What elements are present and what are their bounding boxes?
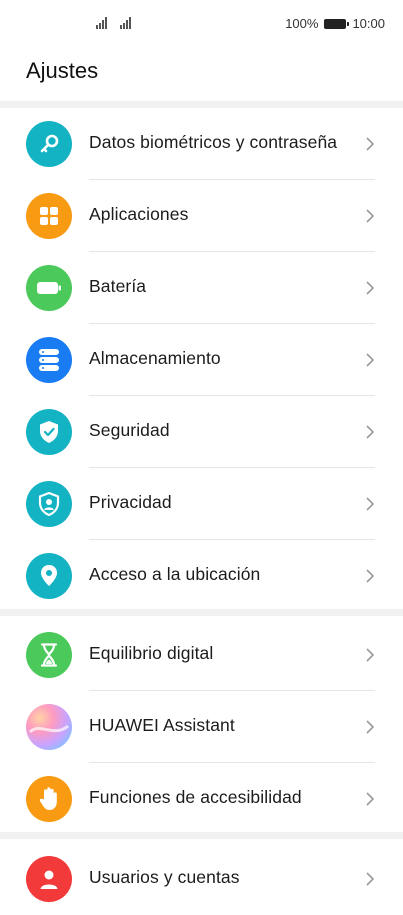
chevron-right-icon — [366, 720, 375, 734]
settings-item-label: Datos biométricos y contraseña — [89, 132, 338, 152]
chevron-right-icon — [366, 569, 375, 583]
settings-item-label: Privacidad — [89, 492, 172, 512]
settings-item-label: Almacenamiento — [89, 348, 221, 368]
settings-item-accessibility[interactable]: Funciones de accesibilidad — [0, 763, 403, 835]
settings-item-security[interactable]: Seguridad — [0, 396, 403, 468]
signal-strength-icon — [120, 15, 131, 29]
settings-item-biometrics[interactable]: Datos biométricos y contraseña — [0, 108, 403, 180]
status-bar: 100% 10:00 — [0, 0, 403, 48]
key-icon — [26, 121, 72, 167]
chevron-right-icon — [366, 648, 375, 662]
settings-item-users-accounts[interactable]: Usuarios y cuentas — [0, 843, 403, 915]
storage-icon — [26, 337, 72, 383]
settings-item-battery[interactable]: Batería — [0, 252, 403, 324]
section-divider — [0, 832, 403, 839]
battery-status-icon — [324, 18, 350, 29]
chevron-right-icon — [366, 281, 375, 295]
huawei-assistant-icon — [26, 704, 72, 750]
chevron-right-icon — [366, 872, 375, 886]
chevron-right-icon — [366, 209, 375, 223]
section-divider — [0, 101, 403, 108]
user-icon — [26, 856, 72, 902]
settings-item-label: Equilibrio digital — [89, 643, 214, 663]
chevron-right-icon — [366, 353, 375, 367]
chevron-right-icon — [366, 425, 375, 439]
battery-percent: 100% — [285, 16, 319, 31]
settings-item-label: Aplicaciones — [89, 204, 189, 224]
settings-item-label: Usuarios y cuentas — [89, 867, 240, 887]
settings-item-location[interactable]: Acceso a la ubicación — [0, 540, 403, 612]
settings-item-label: Batería — [89, 276, 147, 296]
hand-icon — [26, 776, 72, 822]
privacy-shield-icon — [26, 481, 72, 527]
chevron-right-icon — [366, 792, 375, 806]
chevron-right-icon — [366, 497, 375, 511]
settings-item-storage[interactable]: Almacenamiento — [0, 324, 403, 396]
battery-icon — [26, 265, 72, 311]
shield-check-icon — [26, 409, 72, 455]
status-right: 100% 10:00 — [285, 16, 385, 31]
signal-strength-icon — [96, 15, 107, 29]
settings-item-digital-balance[interactable]: Equilibrio digital — [0, 619, 403, 691]
settings-item-label: Funciones de accesibilidad — [89, 787, 302, 807]
clock: 10:00 — [352, 16, 385, 31]
apps-grid-icon — [26, 193, 72, 239]
settings-item-label: Seguridad — [89, 420, 170, 440]
section-divider — [0, 609, 403, 616]
chevron-right-icon — [366, 137, 375, 151]
settings-item-privacy[interactable]: Privacidad — [0, 468, 403, 540]
settings-item-label: Acceso a la ubicación — [89, 564, 261, 584]
settings-item-apps[interactable]: Aplicaciones — [0, 180, 403, 252]
settings-item-label: HUAWEI Assistant — [89, 715, 235, 735]
location-pin-icon — [26, 553, 72, 599]
page-title: Ajustes — [26, 58, 99, 83]
hourglass-icon — [26, 632, 72, 678]
settings-item-huawei-assistant[interactable]: HUAWEI Assistant — [0, 691, 403, 763]
